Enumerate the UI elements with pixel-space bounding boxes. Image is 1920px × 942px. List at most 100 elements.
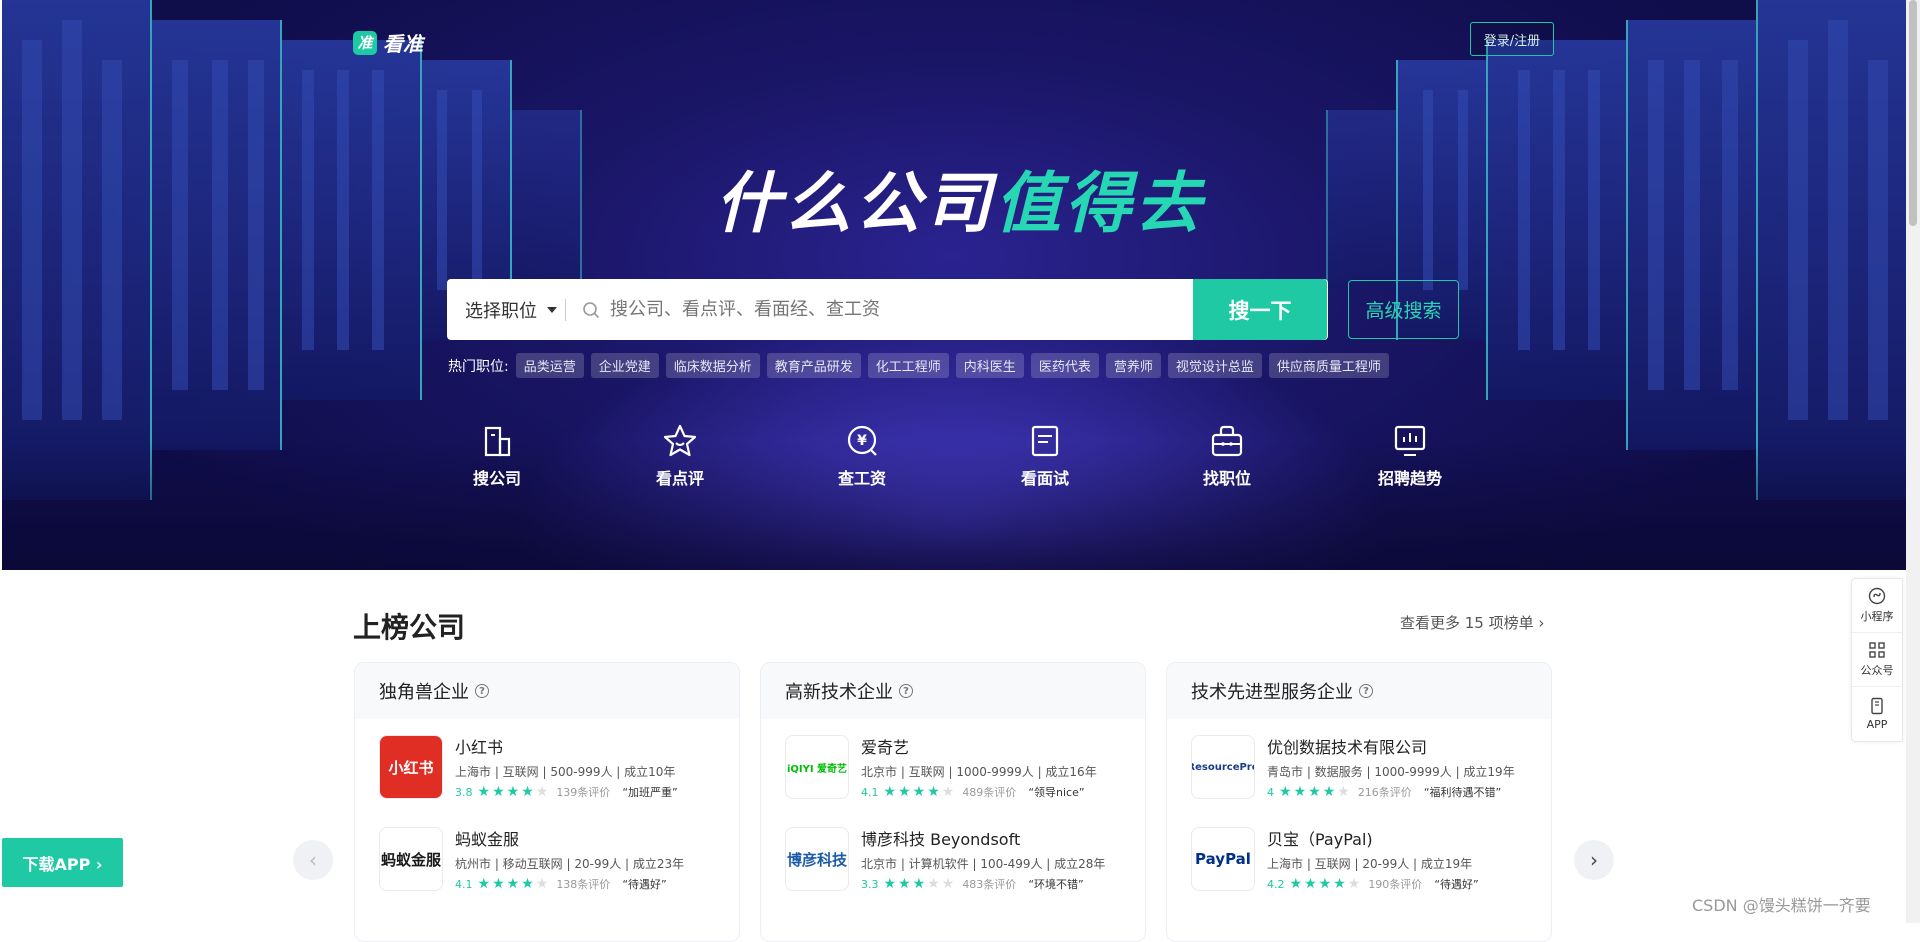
hot-job-tag[interactable]: 企业党建 <box>590 353 659 378</box>
feature-label: 看面试 <box>1020 469 1069 488</box>
help-icon[interactable]: ? <box>899 684 913 698</box>
hot-job-tag[interactable]: 临床数据分析 <box>665 353 760 378</box>
hot-job-tag[interactable]: 医药代表 <box>1030 353 1099 378</box>
scrollbar-thumb[interactable] <box>1909 0 1917 226</box>
star-icon <box>663 424 697 457</box>
company-name[interactable]: 小红书 <box>455 734 678 758</box>
company-rating: 4.1 ★ ★ ★ ★ ★ 138条评价 “待遇好” <box>455 876 684 892</box>
feature-reviews[interactable]: 看点评 <box>630 423 730 489</box>
rating-score: 4.2 <box>1267 877 1285 891</box>
company-row[interactable]: 小红书 小红书 上海市 | 互联网 | 500-999人 | 成立10年 3.8 ★ ★ ★… <box>379 735 729 799</box>
review-count[interactable]: 489条评价 <box>962 784 1016 800</box>
company-meta: 上海市 | 互联网 | 20-99人 | 成立19年 <box>1267 857 1473 871</box>
rating-star-icon: ★ <box>1279 784 1292 800</box>
company-logo[interactable]: PayPal <box>1191 827 1255 891</box>
carousel-next-button[interactable]: › <box>1574 840 1614 880</box>
hot-job-tag[interactable]: 品类运营 <box>515 353 584 378</box>
hero-slogan: 什么公司值得去 <box>0 150 1920 246</box>
hot-job-tag[interactable]: 营养师 <box>1105 353 1161 378</box>
company-logo[interactable]: 博彦科技 <box>785 827 849 891</box>
company-rating: 4.2 ★ ★ ★ ★ ★ 190条评价 “待遇好” <box>1267 876 1479 892</box>
side-official-account[interactable]: 公众号 <box>1852 633 1902 687</box>
company-logo[interactable]: iQIYI 爱奇艺 <box>785 735 849 799</box>
feature-label: 找职位 <box>1202 469 1251 488</box>
rating-star-icon: ★ <box>912 876 926 892</box>
company-logo[interactable]: 蚂蚁金服 <box>379 827 443 891</box>
review-quote: “待遇好” <box>1434 878 1479 891</box>
hot-job-tag[interactable]: 内科医生 <box>955 353 1024 378</box>
side-mini-program[interactable]: 小程序 <box>1852 579 1902 633</box>
company-row[interactable]: 博彦科技 博彦科技 Beyondsoft 北京市 | 计算机软件 | 100-499… <box>785 827 1135 891</box>
review-count[interactable]: 139条评价 <box>556 784 610 800</box>
carousel-prev-button[interactable]: ‹ <box>293 840 333 880</box>
feature-label: 招聘趋势 <box>1377 469 1442 488</box>
review-count[interactable]: 483条评价 <box>962 876 1016 892</box>
hot-job-tag[interactable]: 供应商质量工程师 <box>1268 353 1389 378</box>
company-rating: 3.3 ★ ★ ★ ★ ★ 483条评价 “环境不错” <box>861 876 1105 892</box>
side-toolbar: 小程序 公众号 APP <box>1851 578 1903 742</box>
rating-star-icon: ★ <box>912 784 926 800</box>
company-name[interactable]: 爱奇艺 <box>861 734 1097 758</box>
rating-star-icon: ★ <box>883 876 897 892</box>
building-decoration <box>1756 0 1906 500</box>
rating-star-icon: ★ <box>506 784 520 800</box>
qrcode-icon <box>1869 642 1885 658</box>
review-quote: “领导nice” <box>1028 786 1085 799</box>
feature-trends[interactable]: 招聘趋势 <box>1360 423 1460 489</box>
rating-star-icon: ★ <box>492 876 505 892</box>
feature-label: 看点评 <box>655 469 704 488</box>
section-title: 上榜公司 <box>353 611 466 644</box>
company-logo[interactable]: ResourcePro <box>1191 735 1255 799</box>
feature-interview[interactable]: 看面试 <box>995 423 1095 489</box>
rating-star-icon: ★ <box>1293 784 1307 800</box>
login-register-button[interactable]: 登录/注册 <box>1470 22 1554 56</box>
company-name[interactable]: 贝宝（PayPal) <box>1267 826 1479 850</box>
rating-star-icon: ★ <box>1318 876 1332 892</box>
ranking-card: 高新技术企业? iQIYI 爱奇艺 爱奇艺 北京市 | 互联网 | 1000-999… <box>760 662 1146 942</box>
search-button[interactable]: 搜一下 <box>1193 279 1327 340</box>
download-app-button[interactable]: 下载APP › <box>2 838 123 887</box>
advanced-search-button[interactable]: 高级搜索 <box>1348 280 1459 339</box>
rating-star-icon: ★ <box>883 784 897 800</box>
company-name[interactable]: 蚂蚁金服 <box>455 826 684 850</box>
company-row[interactable]: ResourcePro优创数据技术有限公司青岛市 | 数据服务 | 1000-9… <box>1191 735 1541 799</box>
company-name[interactable]: 优创数据技术有限公司 <box>1267 734 1515 758</box>
feature-salary[interactable]: ¥ 查工资 <box>812 423 912 489</box>
review-count[interactable]: 190条评价 <box>1368 876 1422 892</box>
feature-jobs[interactable]: 找职位 <box>1177 423 1277 489</box>
company-info: 小红书 上海市 | 互联网 | 500-999人 | 成立10年 3.8 ★ ★ ★ ★ ★ 1… <box>455 735 678 799</box>
company-meta: 青岛市 | 数据服务 | 1000-9999人 | 成立19年 <box>1267 765 1515 779</box>
rating-star-icon: ★ <box>521 876 534 892</box>
more-rankings-link[interactable]: 查看更多 15 项榜单 › <box>1400 612 1544 633</box>
site-logo[interactable]: 准 看准 <box>353 28 423 57</box>
floor-gradient <box>2 440 1906 570</box>
phone-icon <box>1871 697 1883 715</box>
company-info: 优创数据技术有限公司青岛市 | 数据服务 | 1000-9999人 | 成立19… <box>1267 735 1515 799</box>
company-row[interactable]: PayPal 贝宝（PayPal) 上海市 | 互联网 | 20-99人 | 成立1… <box>1191 827 1541 891</box>
card-title: 技术先进型服务企业 <box>1191 682 1353 703</box>
company-row[interactable]: iQIYI 爱奇艺 爱奇艺 北京市 | 互联网 | 1000-9999人 | 成立1… <box>785 735 1135 799</box>
rating-star-icon: ★ <box>898 876 911 892</box>
review-quote: “环境不错” <box>1028 878 1084 891</box>
document-icon <box>1031 425 1059 457</box>
hot-job-tag[interactable]: 教育产品研发 <box>766 353 861 378</box>
job-category-select[interactable]: 选择职位 <box>447 297 565 323</box>
mini-program-icon <box>1868 587 1886 605</box>
feature-label: 查工资 <box>837 469 886 488</box>
company-row[interactable]: 蚂蚁金服 蚂蚁金服 杭州市 | 移动互联网 | 20-99人 | 成立23年 4.1 ★… <box>379 827 729 891</box>
hot-job-tag[interactable]: 视觉设计总监 <box>1167 353 1262 378</box>
review-count[interactable]: 138条评价 <box>556 876 610 892</box>
side-app[interactable]: APP <box>1852 687 1902 741</box>
help-icon[interactable]: ? <box>1359 684 1373 698</box>
chevron-right-icon: › <box>1538 614 1545 632</box>
company-logo[interactable]: 小红书 <box>379 735 443 799</box>
company-meta: 上海市 | 互联网 | 500-999人 | 成立10年 <box>455 765 676 779</box>
svg-text:¥: ¥ <box>857 433 867 449</box>
card-title: 独角兽企业 <box>379 682 469 703</box>
company-name[interactable]: 博彦科技 Beyondsoft <box>861 826 1105 850</box>
hot-job-tag[interactable]: 化工工程师 <box>867 353 949 378</box>
rating-star-icon: ★ <box>1333 876 1346 892</box>
feature-search-company[interactable]: 搜公司 <box>447 423 547 489</box>
review-count[interactable]: 216条评价 <box>1358 784 1412 800</box>
help-icon[interactable]: ? <box>475 684 489 698</box>
